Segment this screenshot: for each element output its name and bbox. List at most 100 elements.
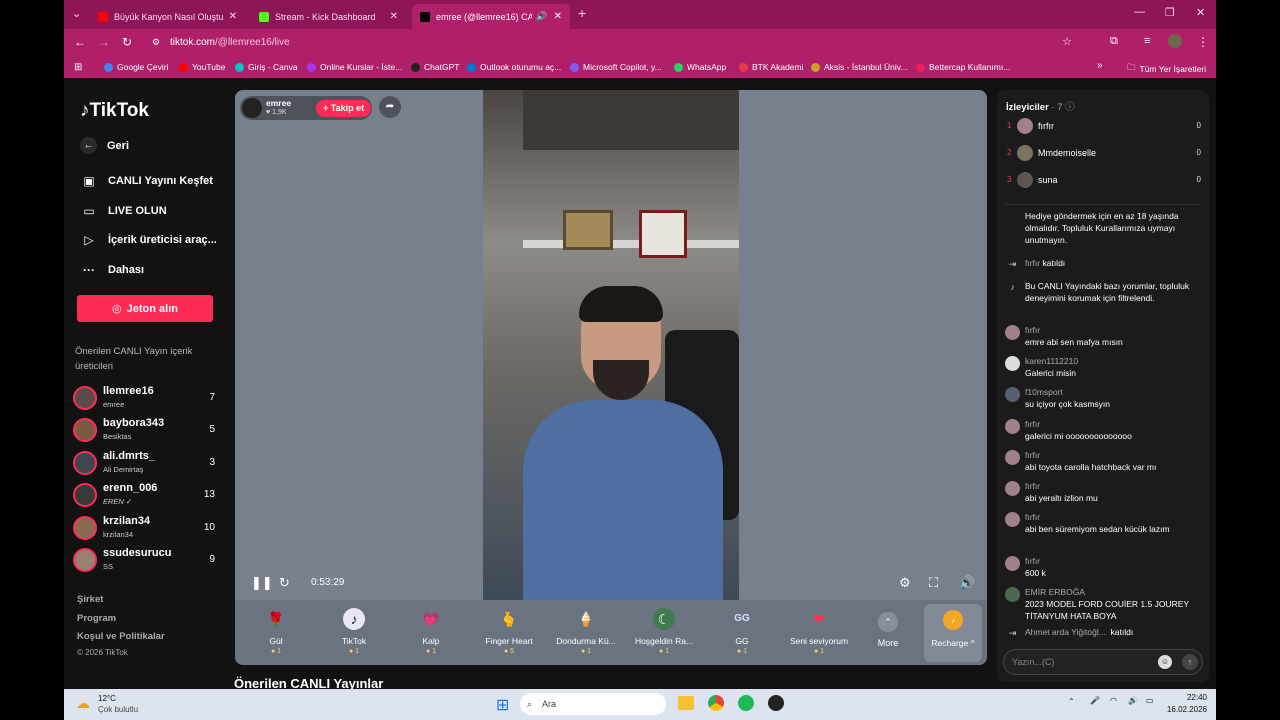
sidebar-item-creator-tools[interactable]: ▷ İçerik üreticisi araç...: [80, 233, 216, 247]
bookmark-bettercap[interactable]: Bettercap Kullanımı...: [916, 62, 1010, 72]
footer-company[interactable]: Şirket: [77, 594, 103, 605]
back-arrow-icon[interactable]: ←: [74, 35, 86, 49]
close-icon[interactable]: ✕: [554, 11, 562, 22]
chrome-icon[interactable]: [708, 695, 724, 711]
creator-item[interactable]: ssudesurucu SS 9: [73, 546, 221, 574]
sidebar-back[interactable]: ← Geri: [80, 137, 129, 154]
close-icon[interactable]: ✕: [229, 11, 237, 22]
viewer-row[interactable]: 2 Mmdemoiselle 0: [1007, 145, 1201, 163]
spotify-icon[interactable]: [738, 695, 754, 711]
gift-item[interactable]: ♪ TikTok ● 1: [317, 608, 391, 655]
bookmark-btk[interactable]: BTK Akademi: [739, 62, 804, 72]
sidebar-item-more[interactable]: ··· Dahası: [80, 263, 144, 277]
microphone-icon[interactable]: 🎤: [1090, 696, 1100, 705]
gift-item[interactable]: 🫰 Finger Heart ● 5: [472, 608, 546, 655]
fullscreen-icon[interactable]: ⛶: [929, 575, 938, 591]
site-info-icon[interactable]: ⚙: [152, 32, 160, 53]
tab-youtube[interactable]: Büyük Kanyon Nasıl Oluştu? - Y ✕: [90, 4, 245, 29]
viewer-row[interactable]: 3 suna 0: [1007, 172, 1201, 190]
restore-icon[interactable]: ❐: [1165, 6, 1175, 19]
apps-grid-icon[interactable]: ⊞: [74, 62, 82, 73]
gift-item[interactable]: 🍦 Dondurma Kü... ● 1: [549, 608, 623, 655]
live-player[interactable]: emree ♥ 1,9K + Takip et ➦ ❚❚ ↻ 0:53:29 ⚙…: [235, 90, 987, 665]
avatar: [242, 98, 262, 118]
reload-icon[interactable]: ↻: [122, 35, 132, 49]
sidebar-item-go-live[interactable]: ▭ LIVE OLUN: [80, 204, 166, 218]
bookmark-star-icon[interactable]: ☆: [1062, 32, 1072, 53]
rose-icon: 🌹: [267, 611, 285, 627]
share-icon[interactable]: ➦: [379, 96, 401, 118]
speaker-icon[interactable]: 🔊: [536, 11, 547, 22]
viewer-row[interactable]: 1 fırfır 0: [1007, 118, 1201, 136]
bookmark-outlook[interactable]: Outlook oturumu aç...: [467, 62, 561, 72]
elapsed-time: 0:53:29: [311, 577, 345, 588]
settings-icon[interactable]: ⚙: [899, 575, 911, 591]
footer-program[interactable]: Program: [77, 613, 116, 624]
weather-icon[interactable]: ☁: [76, 695, 90, 712]
screen: ⌄ Büyük Kanyon Nasıl Oluştu? - Y ✕ Strea…: [64, 0, 1216, 720]
creator-item[interactable]: erenn_006 EREN ✓ 13: [73, 481, 221, 509]
gift-item[interactable]: ☾ Hoşgeldin Ra... ● 1: [627, 608, 701, 655]
menu-dots-icon[interactable]: ⋮: [1197, 35, 1209, 49]
forward-arrow-icon[interactable]: →: [98, 35, 110, 49]
refresh-icon[interactable]: ↻: [279, 575, 290, 591]
file-explorer-icon[interactable]: [678, 696, 694, 710]
creator-item[interactable]: ali.dmrts_ Ali Demirtaş 3: [73, 449, 221, 477]
address-bar[interactable]: ⚙ tiktok.com/@llemree16/live ☆: [144, 32, 1084, 53]
bookmark-copilot[interactable]: Microsoft Copilot, y...: [570, 62, 662, 72]
avatar: [1005, 387, 1020, 402]
follow-button[interactable]: + Takip et: [316, 100, 372, 117]
outlook-icon: [467, 62, 476, 72]
recharge-button[interactable]: ♪ Recharge ^: [924, 604, 982, 662]
all-bookmarks[interactable]: 🗀 Tüm Yer İşaretleri: [1127, 62, 1206, 76]
bookmark-youtube[interactable]: YouTube: [179, 62, 225, 72]
creator-item[interactable]: baybora343 Besiktas 5: [73, 416, 221, 444]
windows-start-icon[interactable]: ⊞: [496, 695, 509, 715]
app-icon[interactable]: [768, 695, 784, 711]
host-badge[interactable]: emree ♥ 1,9K + Takip et: [240, 96, 372, 120]
pause-icon[interactable]: ❚❚: [251, 575, 273, 591]
emoji-icon[interactable]: ☺: [1158, 655, 1172, 669]
extensions-icon[interactable]: ⧉: [1110, 35, 1118, 48]
chat-input[interactable]: Yazın...(C) ☺ ↑: [1003, 649, 1203, 675]
live-video[interactable]: [483, 90, 739, 600]
tiktok-logo[interactable]: ♪TikTok: [80, 100, 149, 122]
window-close-icon[interactable]: ✕: [1196, 6, 1205, 19]
sidebar-item-explore-live[interactable]: ▣ CANLI Yayını Keşfet: [80, 174, 213, 188]
bookmark-aksis[interactable]: Aksis - İstanbul Üniv...: [811, 62, 907, 72]
bookmark-udemy[interactable]: Online Kurslar - İste...: [307, 62, 402, 72]
gift-item[interactable]: 🌹 Gül ● 1: [239, 608, 313, 655]
volume-icon[interactable]: 🔊: [959, 575, 975, 591]
tab-kick[interactable]: Stream - Kick Dashboard ✕: [251, 4, 406, 29]
gift-item[interactable]: GG GG ● 1: [705, 608, 779, 655]
tab-tiktok[interactable]: emree (@llemree16) CANL 🔊 ✕: [412, 4, 570, 29]
tab-list-icon[interactable]: ⌄: [72, 7, 81, 20]
help-icon[interactable]: ⓘ: [1065, 102, 1075, 113]
gift-item[interactable]: ❤ Seni seviyorum ● 1: [782, 608, 856, 655]
enter-icon: ⇥: [1008, 628, 1017, 638]
media-icon[interactable]: ≡: [1144, 35, 1150, 47]
avatar: [1005, 356, 1020, 371]
footer-terms[interactable]: Koşul ve Politikalar: [77, 631, 165, 642]
bookmark-chatgpt[interactable]: ChatGPT: [411, 62, 459, 72]
new-tab-icon[interactable]: +: [578, 5, 586, 21]
gift-item[interactable]: 💗 Kalp ● 1: [394, 608, 468, 655]
get-coins-button[interactable]: ◎ Jeton alın: [77, 295, 213, 322]
send-icon[interactable]: ↑: [1182, 654, 1198, 670]
minimize-icon[interactable]: —: [1134, 6, 1145, 18]
creator-item[interactable]: krzilan34 krzilan34 10: [73, 514, 221, 542]
bookmarks-overflow-icon[interactable]: »: [1097, 60, 1103, 71]
chevron-up-icon[interactable]: ⌃: [1068, 697, 1075, 706]
creator-item[interactable]: llemree16 emree 7: [73, 384, 221, 412]
bookmark-google-translate[interactable]: Google Çeviri: [104, 62, 169, 72]
suggested-creators-title: Önerilen CANLI Yayın içerik üreticileri: [75, 346, 193, 372]
bookmark-whatsapp[interactable]: WhatsApp: [674, 62, 726, 72]
profile-avatar[interactable]: [1168, 34, 1182, 48]
more-gifts-button[interactable]: ⌃ More: [875, 612, 901, 648]
taskbar-search[interactable]: ⌕ Ara: [520, 693, 666, 715]
close-icon[interactable]: ✕: [390, 11, 398, 22]
wifi-icon[interactable]: ◠: [1110, 696, 1117, 705]
battery-icon[interactable]: ▭: [1146, 696, 1154, 705]
volume-icon[interactable]: 🔊: [1128, 696, 1138, 705]
bookmark-canva[interactable]: Giriş - Canva: [235, 62, 298, 72]
